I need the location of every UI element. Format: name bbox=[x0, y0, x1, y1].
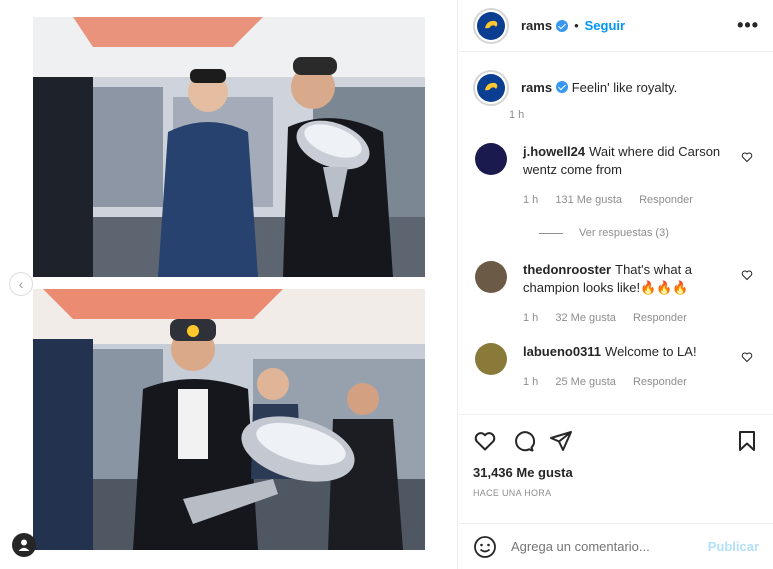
verified-icon bbox=[556, 19, 569, 32]
caption-text: Feelin' like royalty. bbox=[571, 80, 678, 95]
verified-icon bbox=[556, 81, 569, 93]
comment-username[interactable]: thedonrooster bbox=[523, 262, 611, 277]
comment-likes[interactable]: 32 Me gusta bbox=[555, 312, 616, 324]
photo-locker-room-1[interactable] bbox=[33, 17, 425, 277]
reply-button[interactable]: Responder bbox=[639, 194, 693, 206]
post-media: ‹ bbox=[0, 0, 458, 569]
post-header: rams • Seguir ••• bbox=[459, 0, 773, 52]
divider bbox=[539, 232, 563, 234]
follow-button[interactable]: Seguir bbox=[585, 18, 625, 33]
rams-logo-icon bbox=[477, 74, 505, 102]
bookmark-icon[interactable] bbox=[735, 429, 759, 453]
comment-time[interactable]: 1 h bbox=[523, 194, 538, 206]
heart-icon[interactable] bbox=[473, 429, 497, 453]
comment-username[interactable]: labueno0311 bbox=[523, 344, 601, 359]
chevron-left-icon[interactable]: ‹ bbox=[9, 272, 33, 296]
comment-icon[interactable] bbox=[511, 429, 535, 453]
publish-button[interactable]: Publicar bbox=[708, 539, 759, 554]
post-actions: 31,436 Me gusta HACE UNA HORA bbox=[459, 414, 773, 498]
posted-time[interactable]: HACE UNA HORA bbox=[473, 488, 759, 498]
rams-logo-icon bbox=[477, 11, 505, 40]
heart-icon[interactable] bbox=[741, 269, 753, 281]
avatar[interactable] bbox=[473, 7, 509, 44]
comment-likes[interactable]: 25 Me gusta bbox=[555, 376, 616, 388]
username[interactable]: rams bbox=[521, 18, 552, 33]
view-replies-button[interactable]: Ver respuestas (3) bbox=[539, 227, 759, 239]
emoji-icon[interactable] bbox=[473, 535, 497, 559]
comment-text: Welcome to LA! bbox=[605, 344, 697, 359]
comment-item: j.howell24 Wait where did Carson wentz co… bbox=[473, 143, 759, 209]
comment-likes[interactable]: 131 Me gusta bbox=[555, 194, 622, 206]
comment-time[interactable]: 1 h bbox=[523, 376, 538, 388]
comment-item: thedonrooster That's what a champion look… bbox=[473, 261, 759, 327]
view-replies-label: Ver respuestas (3) bbox=[579, 227, 669, 239]
avatar[interactable] bbox=[475, 143, 507, 175]
comment-item: labueno0311 Welcome to LA! 1 h 25 Me gust… bbox=[473, 343, 759, 391]
post-details: rams • Seguir ••• rams Feelin' like roya… bbox=[459, 0, 773, 569]
photo-locker-room-2[interactable] bbox=[33, 289, 425, 550]
share-icon[interactable] bbox=[549, 429, 573, 453]
avatar[interactable] bbox=[475, 343, 507, 375]
heart-icon[interactable] bbox=[741, 151, 753, 163]
separator-dot: • bbox=[574, 18, 579, 33]
add-comment-bar: Publicar bbox=[459, 523, 773, 569]
comment-input[interactable] bbox=[511, 539, 708, 554]
user-tag-icon[interactable] bbox=[12, 533, 36, 557]
reply-button[interactable]: Responder bbox=[633, 376, 687, 388]
photo-image bbox=[33, 289, 425, 550]
comments-list: rams Feelin' like royalty. 1 h j.howell2… bbox=[459, 52, 773, 412]
likes-count[interactable]: 31,436 Me gusta bbox=[473, 465, 759, 480]
caption-time[interactable]: 1 h bbox=[509, 109, 524, 121]
caption: rams Feelin' like royalty. 1 h bbox=[473, 70, 759, 121]
photo-image bbox=[33, 17, 425, 277]
more-icon[interactable]: ••• bbox=[737, 15, 759, 36]
avatar[interactable] bbox=[473, 70, 509, 106]
comment-username[interactable]: j.howell24 bbox=[523, 144, 585, 159]
reply-button[interactable]: Responder bbox=[633, 312, 687, 324]
comment-time[interactable]: 1 h bbox=[523, 312, 538, 324]
caption-username[interactable]: rams bbox=[521, 80, 552, 95]
heart-icon[interactable] bbox=[741, 351, 753, 363]
avatar[interactable] bbox=[475, 261, 507, 293]
